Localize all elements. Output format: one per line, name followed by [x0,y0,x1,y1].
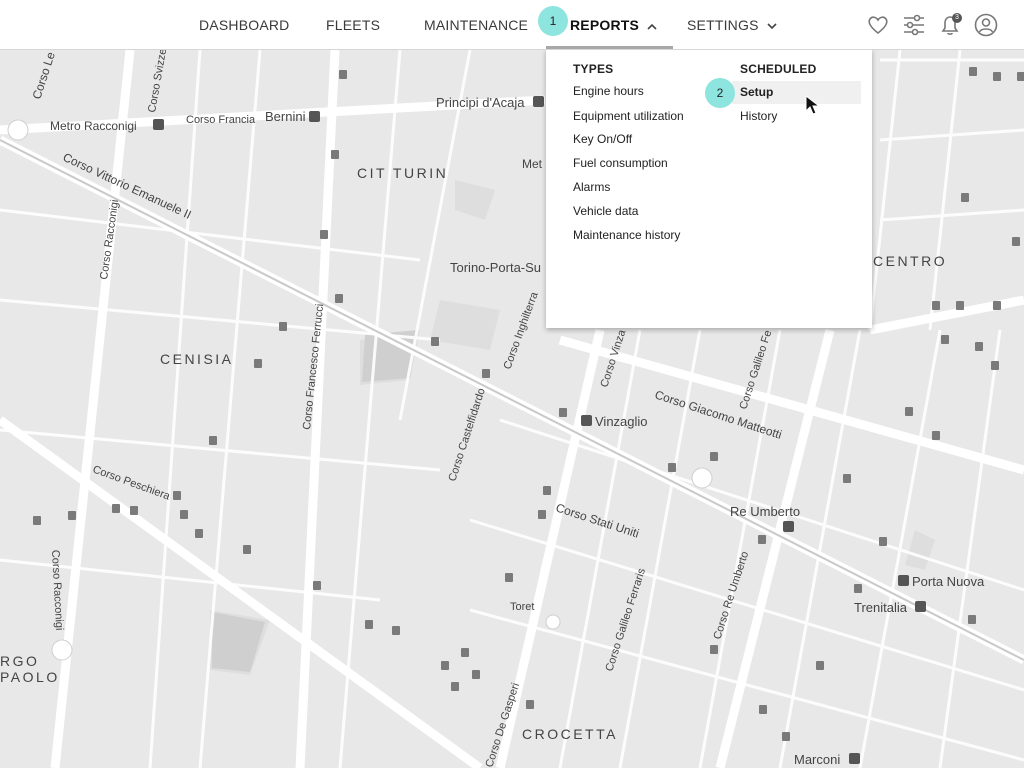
nav-settings[interactable]: SETTINGS [687,0,777,49]
menu-item-fuel-consumption[interactable]: Fuel consumption [573,151,668,175]
map-label: Toret [510,601,534,613]
nav-fleets[interactable]: FLEETS [326,0,380,49]
map-label: Marconi [794,752,840,767]
map-label: Porta Nuova [912,574,985,589]
step-marker-2: 2 [705,78,735,108]
nav-reports-label: REPORTS [570,17,640,33]
active-tab-indicator [546,46,674,49]
map-label: PAOLO [0,669,60,685]
notification-count-badge: 3 [952,13,962,23]
map-label: Re Umberto [730,504,800,519]
map-label: Corso Francia [186,114,256,126]
step-marker-1: 1 [538,6,568,36]
mouse-cursor-icon [805,94,821,115]
menu-item-setup[interactable]: Setup [740,80,773,104]
nav-reports[interactable]: REPORTS [546,0,674,49]
sliders-icon[interactable] [901,12,927,38]
bell-icon[interactable]: 3 [937,12,963,38]
map-label: RGO [0,653,39,669]
map-label: Principi d'Acaja [436,95,525,110]
heart-icon[interactable] [865,12,891,38]
menu-item-vehicle-data[interactable]: Vehicle data [573,199,638,223]
nav-maintenance[interactable]: MAINTENANCE [424,0,528,49]
menu-item-equipment-utilization[interactable]: Equipment utilization [573,104,684,128]
nav-settings-label: SETTINGS [687,17,759,33]
menu-item-maintenance-history[interactable]: Maintenance history [573,223,680,247]
map-label: Trenitalia [854,600,908,615]
map-label: CIT TURIN [357,165,448,181]
menu-item-key-on-off[interactable]: Key On/Off [573,127,632,151]
map-label: CENISIA [160,351,234,367]
map-label: CENTRO [873,253,947,269]
menu-item-engine-hours[interactable]: Engine hours [573,79,644,103]
chevron-up-icon [647,23,657,30]
map-label: Vinzaglio [595,414,648,429]
menu-item-alarms[interactable]: Alarms [573,175,610,199]
map-label: CROCETTA [522,726,618,742]
nav-dashboard[interactable]: DASHBOARD [199,0,289,49]
map-label: Met [522,157,543,171]
menu-item-scheduled-history[interactable]: History [740,104,777,128]
top-nav-bar: DASHBOARD FLEETS MAINTENANCE REPORTS SET… [0,0,1024,50]
map-label: Bernini [265,109,306,124]
map-label: Torino-Porta-Su [450,260,541,275]
scheduled-heading: SCHEDULED [740,62,817,76]
chevron-down-icon [767,23,777,29]
user-icon[interactable] [973,12,999,38]
types-heading: TYPES [573,62,614,76]
map-label: Metro Racconigi [50,119,137,133]
